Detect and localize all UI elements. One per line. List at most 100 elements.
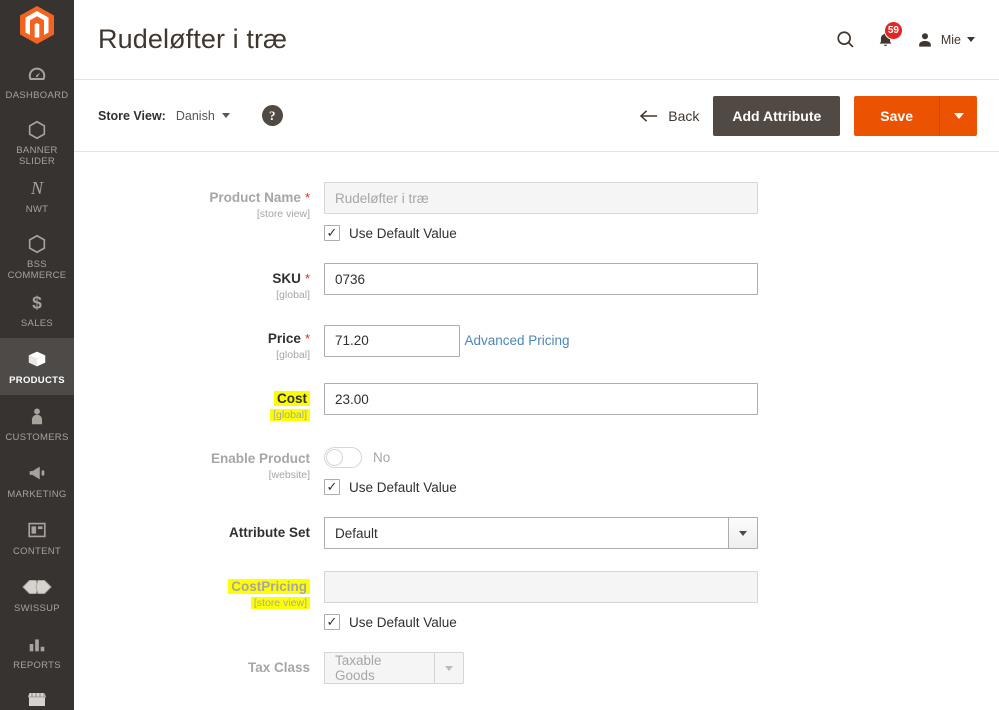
required-marker: *	[304, 190, 310, 205]
save-options-button[interactable]	[939, 95, 977, 136]
avatar-icon	[919, 32, 931, 47]
add-attribute-button[interactable]: Add Attribute	[713, 95, 841, 136]
attribute-set-select[interactable]: Default	[324, 517, 758, 549]
field-label-text: Tax Class	[247, 660, 310, 675]
back-button[interactable]: Back	[640, 108, 699, 124]
sidebar-item-dashboard[interactable]: DASHBOARD	[0, 53, 74, 110]
field-row-tax-class: Tax Class Taxable Goods	[74, 652, 999, 684]
back-button-label: Back	[668, 107, 700, 124]
help-icon[interactable]: ?	[261, 105, 283, 126]
use-default-label: Use Default Value	[349, 614, 457, 630]
field-label-text: Enable Product	[210, 451, 310, 466]
store-view-group: Store View: Danish ?	[98, 105, 283, 126]
sidebar-item-nwt[interactable]: N NWT	[0, 167, 74, 224]
chevron-down-icon	[967, 37, 975, 42]
use-default-enable-product[interactable]: ✓ Use Default Value	[324, 479, 999, 495]
field-label-cost: Cost [global]	[98, 383, 324, 421]
dollar-icon: $	[26, 290, 48, 314]
advanced-pricing-link[interactable]: Advanced Pricing	[464, 333, 569, 348]
use-default-product-name[interactable]: ✓ Use Default Value	[324, 225, 999, 241]
notifications-button[interactable]: 59	[876, 21, 903, 50]
enable-product-toggle[interactable]	[324, 447, 362, 468]
field-row-cost: Cost [global]	[74, 383, 999, 421]
sidebar-item-bss-commerce[interactable]: BSS COMMERCE	[0, 224, 74, 281]
field-label-text: SKU	[272, 271, 301, 286]
svg-text:$: $	[32, 292, 42, 312]
toolbar-actions: Back Add Attribute Save	[640, 95, 977, 136]
dashboard-icon	[26, 62, 48, 86]
layout-icon	[26, 518, 48, 542]
sidebar-item-label: DASHBOARD	[5, 90, 69, 101]
svg-text:N: N	[30, 178, 44, 198]
save-split-button: Save	[854, 95, 977, 136]
product-name-input[interactable]	[324, 182, 758, 214]
toggle-knob	[326, 449, 343, 466]
sidebar-item-sales[interactable]: $ SALES	[0, 281, 74, 338]
field-label-cost-pricing: CostPricing [store view]	[98, 571, 324, 630]
tax-class-dropdown-button[interactable]	[434, 652, 464, 684]
chevron-down-icon	[953, 112, 964, 119]
field-control-product-name: ✓ Use Default Value	[324, 182, 999, 241]
sidebar-item-marketing[interactable]: MARKETING	[0, 452, 74, 509]
required-marker: *	[304, 331, 310, 346]
sidebar-item-reports[interactable]: REPORTS	[0, 623, 74, 680]
field-row-attribute-set: Attribute Set Default	[74, 517, 999, 549]
field-control-tax-class: Taxable Goods	[324, 652, 999, 684]
field-row-sku: SKU * [global]	[74, 263, 999, 301]
sku-input[interactable]	[324, 263, 758, 295]
field-label-text: CostPricing	[228, 579, 310, 594]
sidebar-item-swissup[interactable]: SWISSUP	[0, 566, 74, 623]
sidebar-item-products[interactable]: PRODUCTS	[0, 338, 74, 395]
sidebar-item-customers[interactable]: CUSTOMERS	[0, 395, 74, 452]
cost-pricing-input[interactable]	[324, 571, 758, 603]
megaphone-icon	[26, 461, 48, 485]
chevron-down-icon	[739, 530, 747, 536]
page-header: Rudeløfter i træ 59 Mie	[74, 0, 999, 80]
attribute-set-value: Default	[324, 517, 728, 549]
attribute-set-dropdown-button[interactable]	[728, 517, 758, 549]
field-scope-text: [global]	[98, 409, 310, 421]
sidebar-item-content[interactable]: CONTENT	[0, 509, 74, 566]
field-control-attribute-set: Default	[324, 517, 999, 549]
person-icon	[26, 404, 48, 428]
field-scope-text: [global]	[276, 349, 310, 361]
user-menu[interactable]: Mie	[915, 30, 975, 50]
tax-class-select[interactable]: Taxable Goods	[324, 652, 464, 684]
field-label-text: Product Name	[209, 190, 301, 205]
user-name: Mie	[940, 32, 961, 47]
sidebar-item-label: BANNER SLIDER	[16, 145, 58, 167]
page-title: Rudeløfter i træ	[98, 24, 288, 54]
sidebar-item-label: CONTENT	[12, 546, 61, 557]
use-default-label: Use Default Value	[349, 479, 457, 495]
header-actions: 59 Mie	[835, 21, 975, 50]
sidebar-item-stores[interactable]	[0, 680, 74, 710]
checkbox: ✓	[324, 225, 340, 241]
search-icon[interactable]	[835, 29, 856, 50]
chevron-down-icon	[445, 665, 453, 671]
field-control-cost-pricing: ✓ Use Default Value	[324, 571, 999, 630]
checkbox: ✓	[324, 479, 340, 495]
sidebar-item-label: MARKETING	[7, 489, 67, 500]
field-label-text: Price	[267, 331, 301, 346]
checkbox: ✓	[324, 614, 340, 630]
main-content: Rudeløfter i træ 59 Mie Store View: Dani…	[74, 0, 999, 710]
store-view-label: Store View:	[98, 108, 166, 123]
check-icon: ✓	[326, 225, 338, 240]
use-default-label: Use Default Value	[349, 225, 457, 241]
store-view-select[interactable]: Danish	[176, 109, 230, 123]
save-button[interactable]: Save	[854, 95, 939, 136]
magento-logo[interactable]	[0, 0, 74, 44]
hexagon-icon	[26, 119, 48, 141]
field-label-tax-class: Tax Class	[98, 652, 324, 684]
cost-input[interactable]	[324, 383, 758, 415]
price-input[interactable]	[324, 324, 460, 357]
hexagon-icon	[26, 233, 48, 255]
check-icon: ✓	[326, 614, 338, 629]
box-icon	[25, 347, 49, 371]
field-label-enable-product: Enable Product [website]	[98, 443, 324, 495]
use-default-cost-pricing[interactable]: ✓ Use Default Value	[324, 614, 999, 630]
field-scope-text: [website]	[268, 469, 310, 481]
bar-chart-icon	[26, 632, 48, 656]
sidebar-item-banner-slider[interactable]: BANNER SLIDER	[0, 110, 74, 167]
enable-product-toggle-row: No	[324, 443, 999, 468]
